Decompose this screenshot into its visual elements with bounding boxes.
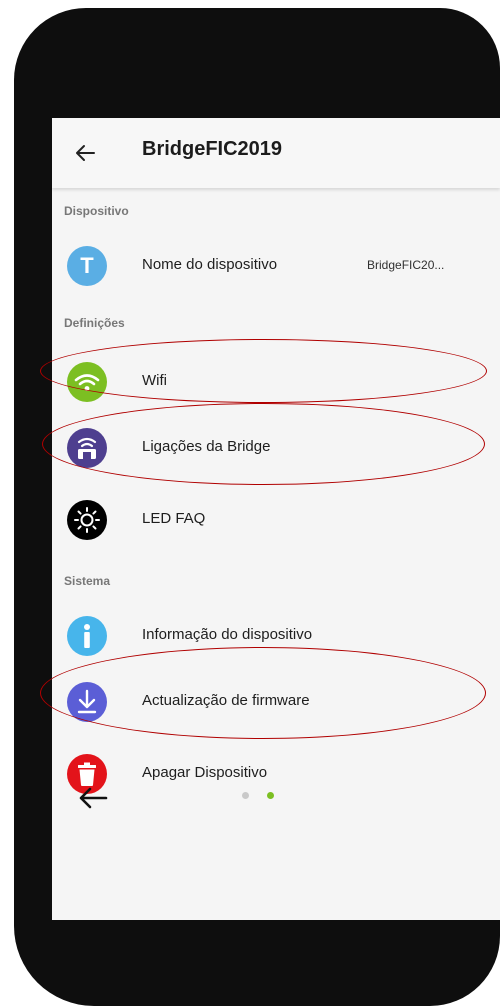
page-indicator-dot-2-active [267, 792, 274, 799]
app-bar: BridgeFIC2019 [52, 118, 500, 188]
highlight-ellipse-bridge-links [42, 403, 485, 485]
highlight-ellipse-firmware [40, 647, 486, 739]
section-header-device: Dispositivo [64, 204, 129, 218]
section-header-system: Sistema [64, 574, 111, 588]
led-faq-row[interactable]: LED FAQ [52, 492, 500, 548]
led-sun-icon [67, 500, 107, 540]
device-name-label: Nome do dispositivo [142, 256, 278, 273]
info-icon [67, 616, 107, 656]
device-name-row[interactable]: T Nome do dispositivo BridgeFIC20... [52, 238, 500, 294]
back-arrow-icon[interactable] [76, 784, 110, 812]
app-screen: BridgeFIC2019 Dispositivo T Nome do disp… [52, 118, 500, 920]
phone-frame: BridgeFIC2019 Dispositivo T Nome do disp… [14, 8, 500, 1006]
delete-device-row[interactable]: Apagar Dispositivo [52, 746, 500, 802]
device-info-label: Informação do dispositivo [142, 626, 313, 643]
highlight-ellipse-wifi [40, 339, 487, 403]
back-arrow-icon[interactable] [72, 140, 98, 166]
led-faq-label: LED FAQ [142, 510, 206, 527]
page-indicator-dot-1 [242, 792, 249, 799]
device-name-value: BridgeFIC20... [367, 258, 445, 272]
page-title: BridgeFIC2019 [142, 138, 283, 160]
delete-device-label: Apagar Dispositivo [142, 764, 268, 781]
section-header-settings: Definições [64, 316, 125, 330]
text-icon: T [67, 246, 107, 286]
